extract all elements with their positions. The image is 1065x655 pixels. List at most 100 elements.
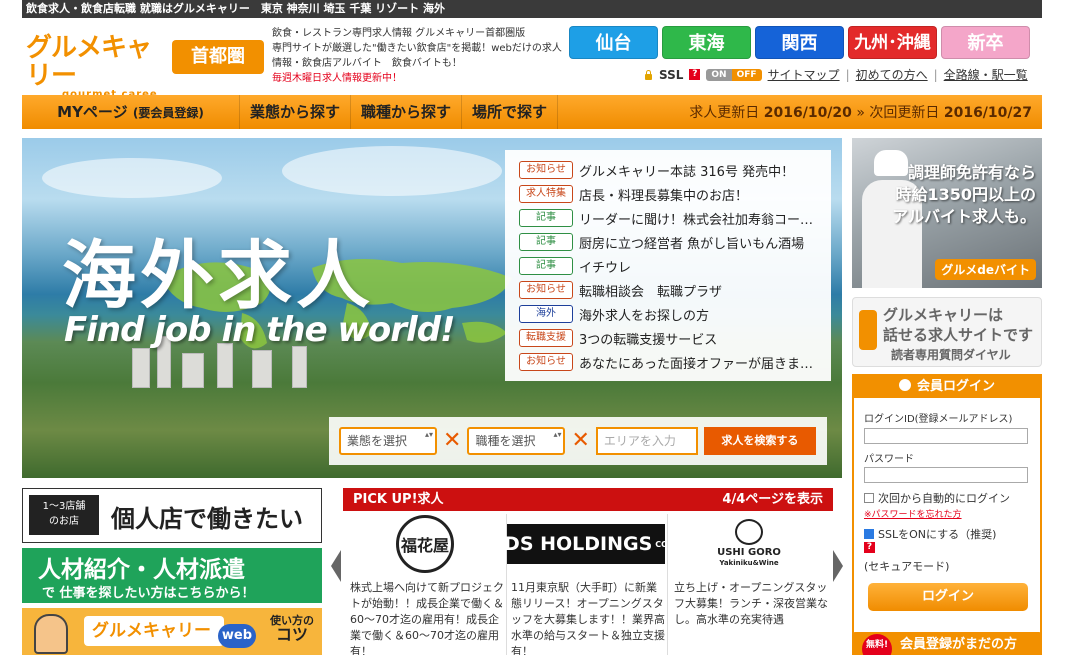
phone-icon <box>859 310 877 350</box>
pickup-card[interactable]: 福花屋 株式上場へ向けて新プロジェクトが始動！！成長企業で働く＆60〜70才迄の… <box>346 514 507 655</box>
ad-line: 調理師免許有なら <box>907 163 1036 182</box>
news-text[interactable]: あなたにあった面接オファーが届きま… <box>579 353 819 372</box>
news-text[interactable]: グルメキャリー本誌 316号 発売中！ <box>579 161 819 180</box>
pickup-header: PICK UP!求人 4/4ページを表示 <box>343 488 833 511</box>
area-input[interactable]: エリアを入力 <box>595 427 698 455</box>
area-badge[interactable]: 首都圏 <box>172 40 264 74</box>
site-logo[interactable]: グルメキャリー gourmet caree <box>26 34 171 100</box>
times-icon: ✕ <box>571 428 590 453</box>
news-text[interactable]: 3つの転職支援サービス <box>579 329 819 348</box>
pickup-pages[interactable]: 4/4ページを表示 <box>722 488 823 511</box>
nav-mypage[interactable]: MYページ (要会員登録) <box>22 95 240 129</box>
job-search-bar: 業態を選択 ✕ 職種を選択 ✕ エリアを入力 求人を検索する <box>329 417 827 465</box>
pickup-card[interactable]: USHI GORO Yakiniku&Wine 立ち上げ・オープニングスタッフ大募… <box>670 514 828 655</box>
job-type-select[interactable]: 職種を選択 <box>467 427 566 455</box>
prev-arrow-icon[interactable] <box>331 550 341 582</box>
business-type-select[interactable]: 業態を選択 <box>339 427 437 455</box>
shop-size-line1: 1〜3店舗 <box>42 501 86 512</box>
password-input[interactable] <box>864 467 1028 483</box>
ssl-toggle-off[interactable]: OFF <box>731 68 762 81</box>
ssl-option[interactable]: SSLをONにする（推奨) <box>864 526 996 542</box>
pickup-title: PICK UP!求人 <box>353 492 444 507</box>
beginners-link[interactable]: 初めての方へ <box>856 66 928 83</box>
auto-login-checkbox[interactable] <box>864 493 874 503</box>
news-tag: 求人特集 <box>519 185 573 203</box>
news-item[interactable]: お知らせ あなたにあった面接オファーが届きま… <box>519 350 831 374</box>
search-submit-button[interactable]: 求人を検索する <box>703 427 816 455</box>
sitemap-link[interactable]: サイトマップ <box>768 66 840 83</box>
updated-label: 求人更新日 <box>689 105 760 121</box>
next-update-label: 次回更新日 <box>869 105 940 121</box>
ssl-checkbox[interactable] <box>864 529 874 539</box>
tips-label: 使い方の コツ <box>270 614 314 643</box>
pickup-card[interactable]: KIDS HOLDINGS CO.,LTD 11月東京駅（大手町）に新業態リリース… <box>482 514 690 655</box>
how-to-use-banner[interactable]: グルメキャリー web 使い方の コツ <box>22 608 322 655</box>
logo-jp: グルメキャリー <box>26 33 152 91</box>
next-arrow-icon[interactable] <box>833 550 843 582</box>
region-kyushu-button[interactable]: 九州･沖縄 <box>848 26 937 59</box>
news-item[interactable]: お知らせ 転職相談会 転職プラザ <box>519 278 831 302</box>
all-lines-link[interactable]: 全路線・駅一覧 <box>944 66 1028 83</box>
cloud-shape <box>282 146 502 196</box>
help-icon[interactable]: ? <box>864 542 875 553</box>
login-title: 会員ログイン <box>916 379 995 394</box>
ushigoro-sub: Yakiniku&Wine <box>719 559 779 567</box>
auto-login-option[interactable]: 次回から自動的にログイン <box>864 490 1010 506</box>
news-text[interactable]: 海外求人をお探しの方 <box>579 305 819 324</box>
register-banner[interactable]: 無料! 会員登録がまだの方 <box>852 632 1042 655</box>
staffing-banner[interactable]: 人材紹介・人材派遣 で 仕事を探したい方はこちらから！ <box>22 548 322 603</box>
region-kansai-button[interactable]: 関西 <box>755 26 844 59</box>
news-text[interactable]: 店長・料理長募集中のお店！ <box>579 185 819 204</box>
nav-mypage-label: MYページ <box>57 103 128 121</box>
news-tag: 海外 <box>519 305 573 323</box>
nav-by-type[interactable]: 業態から探す <box>240 95 352 129</box>
company-logo: USHI GORO Yakiniku&Wine <box>670 514 828 574</box>
secure-mode-label: (セキュアモード) <box>864 560 950 573</box>
news-text[interactable]: リーダーに聞け！株式会社加寿翁コー… <box>579 209 819 228</box>
login-button[interactable]: ログイン <box>868 583 1028 611</box>
part-time-ad-banner[interactable]: 調理師免許有なら 時給1350円以上の アルバイト求人も。 グルメdeバイト <box>852 138 1042 288</box>
news-text[interactable]: 転職相談会 転職プラザ <box>579 281 819 300</box>
ssl-help[interactable]: ? <box>864 542 875 553</box>
news-item[interactable]: お知らせ グルメキャリー本誌 316号 発売中！ <box>519 158 831 182</box>
news-tag: 記事 <box>519 209 573 227</box>
news-text[interactable]: 厨房に立つ経営者 魚がし旨いもん酒場 <box>579 233 819 252</box>
news-text[interactable]: イチウレ <box>579 257 819 276</box>
top-strip-text: 飲食求人・飲食店転職 就職はグルメキャリー 東京 神奈川 埼玉 千葉 リゾート … <box>26 2 445 15</box>
intro-update-notice: 毎週木曜日求人情報更新中！ <box>272 73 402 84</box>
phone-support-banner[interactable]: グルメキャリーは 話せる求人サイトです 読者専用質問ダイヤル <box>852 297 1042 367</box>
news-tag: 記事 <box>519 233 573 251</box>
region-tokai-button[interactable]: 東海 <box>662 26 751 59</box>
ad-text: 調理師免許有なら 時給1350円以上の アルバイト求人も。 <box>886 162 1036 228</box>
fukuhanaya-logo: 福花屋 <box>396 515 454 573</box>
pickup-description[interactable]: 11月東京駅（大手町）に新業態リリース！オープニングスタッフを大募集します！！業… <box>511 580 665 655</box>
update-dates: 求人更新日 2016/10/20 » 次回更新日 2016/10/27 <box>689 102 1042 122</box>
divider <box>667 514 668 655</box>
news-item[interactable]: 海外 海外求人をお探しの方 <box>519 302 831 326</box>
news-box: お知らせ グルメキャリー本誌 316号 発売中！ 求人特集 店長・料理長募集中のお店… <box>505 150 831 381</box>
nav-by-place[interactable]: 場所で探す <box>462 95 559 129</box>
news-item[interactable]: 記事 イチウレ <box>519 254 831 278</box>
hero-banner[interactable]: 海外求人 Find job in the world! お知らせ グルメキャリー本… <box>22 138 842 478</box>
news-item[interactable]: 転職支援 3つの転職支援サービス <box>519 326 831 350</box>
region-sendai-button[interactable]: 仙台 <box>569 26 658 59</box>
ssl-toggle-on[interactable]: ON <box>706 68 732 81</box>
news-item[interactable]: 求人特集 店長・料理長募集中のお店！ <box>519 182 831 206</box>
free-badge: 無料! <box>862 634 892 655</box>
small-shop-banner[interactable]: 1〜3店舗 のお店 個人店で働きたい <box>22 488 322 543</box>
pickup-description[interactable]: 立ち上げ・オープニングスタッフ大募集！ランチ・深夜営業なし。高水準の充実待遇 <box>674 580 828 628</box>
region-shinsotsu-button[interactable]: 新卒 <box>941 26 1030 59</box>
news-item[interactable]: 記事 厨房に立つ経営者 魚がし旨いもん酒場 <box>519 230 831 254</box>
kids-holdings-logo: KIDS HOLDINGS CO.,LTD <box>482 524 690 564</box>
ushigoro-logo: USHI GORO Yakiniku&Wine <box>717 519 781 569</box>
nav-by-job[interactable]: 職種から探す <box>351 95 463 129</box>
small-shop-text: 個人店で働きたい <box>111 505 303 533</box>
pickup-description[interactable]: 株式上場へ向けて新プロジェクトが始動！！成長企業で働く＆60〜70才迄の雇用有！… <box>350 580 504 655</box>
ssl-toggle[interactable]: ON OFF <box>706 68 762 81</box>
forgot-password-link[interactable]: ※パスワードを忘れた方 <box>864 507 962 520</box>
hero-title: 海外求人 <box>62 233 374 319</box>
login-id-input[interactable] <box>864 428 1028 444</box>
ad2-line1: グルメキャリーは <box>883 306 1004 324</box>
news-item[interactable]: 記事 リーダーに聞け！株式会社加寿翁コー… <box>519 206 831 230</box>
help-icon[interactable]: ? <box>689 69 701 80</box>
